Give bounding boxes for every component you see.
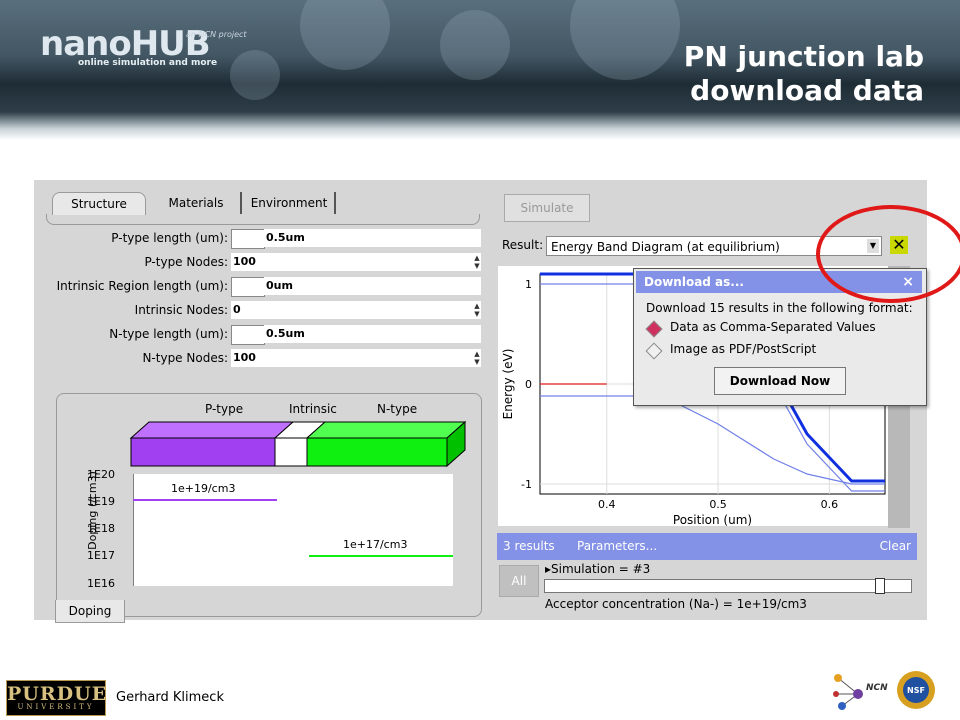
- slide-header: nanoHUB online simulation and more an NC…: [0, 0, 960, 140]
- tab-doping[interactable]: Doping: [55, 600, 125, 623]
- y-tick-label: 0: [525, 378, 532, 391]
- result-label: Result:: [502, 238, 544, 252]
- simulation-label: ▸Simulation = #3: [545, 562, 651, 576]
- field-label: P-type length (um):: [111, 231, 228, 245]
- n-doping-value: 1e+17/cm3: [343, 538, 408, 551]
- simulation-slider[interactable]: [544, 578, 912, 594]
- i-nodes-input[interactable]: 0: [231, 301, 481, 319]
- simulate-button[interactable]: Simulate: [504, 194, 590, 222]
- x-tick-label: 0.6: [821, 498, 839, 511]
- p-doping-value: 1e+19/cm3: [171, 482, 236, 495]
- field-i-length: Intrinsic Region length (um): 0um: [42, 276, 482, 297]
- x-axis-label: Position (um): [673, 513, 752, 526]
- title-line-2: download data: [690, 74, 924, 107]
- tab-materials[interactable]: Materials: [152, 192, 242, 214]
- unit-box[interactable]: [231, 277, 265, 297]
- p-nodes-input[interactable]: 100: [231, 253, 481, 271]
- region-label-i: Intrinsic: [289, 402, 337, 416]
- slider-handle[interactable]: [875, 578, 885, 594]
- ncn-text: NCN: [866, 683, 888, 693]
- author-name: Gerhard Klimeck: [116, 690, 224, 705]
- result-selected: Energy Band Diagram (at equilibrium): [551, 240, 780, 254]
- highlight-circle: [816, 205, 960, 303]
- tick-label: 1E17: [87, 549, 115, 562]
- field-label: Intrinsic Region length (um):: [56, 279, 228, 293]
- all-button[interactable]: All: [499, 565, 539, 597]
- x-tick-label: 0.5: [709, 498, 727, 511]
- title-line-1: PN junction lab: [683, 40, 924, 73]
- field-label: Intrinsic Nodes:: [134, 303, 228, 317]
- doping-preview: P-type Intrinsic N-type Doping (/cm3) 1E…: [55, 393, 482, 623]
- field-i-nodes: Intrinsic Nodes: 0 ▲ ▼: [42, 300, 482, 320]
- svg-text:NSF: NSF: [907, 686, 925, 695]
- option-pdf[interactable]: Image as PDF/PostScript: [670, 342, 816, 356]
- x-tick-label: 0.4: [598, 498, 616, 511]
- clear-link[interactable]: Clear: [880, 533, 911, 560]
- field-n-length: N-type length (um): 0.5um: [42, 324, 482, 345]
- field-p-length: P-type length (um): 0.5um: [42, 228, 482, 249]
- tick-label: 1E16: [87, 577, 115, 590]
- acceptor-label: Acceptor concentration (Na-) = 1e+19/cm3: [545, 597, 807, 611]
- y-axis-label: Energy (eV): [501, 349, 515, 420]
- tick-label: 1E18: [87, 522, 115, 535]
- option-csv[interactable]: Data as Comma-Separated Values: [670, 320, 876, 334]
- spinner-icon[interactable]: ▲ ▼: [472, 302, 482, 318]
- results-bar: 3 results Parameters... Clear: [497, 533, 917, 560]
- purdue-logo-text: PURDUE: [7, 683, 108, 705]
- device-3d-diagram: [129, 420, 467, 468]
- field-n-nodes: N-type Nodes: 100 ▲ ▼: [42, 348, 482, 368]
- doping-ylabel: Doping (/cm3): [85, 471, 99, 550]
- virus-decoration: [440, 10, 510, 80]
- purdue-logo: PURDUE UNIVERSITY: [6, 680, 106, 716]
- n-nodes-input[interactable]: 100: [231, 349, 481, 367]
- region-label-p: P-type: [205, 402, 244, 416]
- doping-chart: 1e+19/cm3 1e+17/cm3: [133, 474, 453, 586]
- unit-box[interactable]: [231, 229, 265, 249]
- tick-label: 1E19: [87, 495, 115, 508]
- field-label: P-type Nodes:: [144, 255, 228, 269]
- radio-pdf[interactable]: [645, 342, 663, 360]
- field-label: N-type Nodes:: [142, 351, 228, 365]
- nsf-logo: NSF: [897, 671, 935, 709]
- slide-title: PN junction lab download data: [684, 40, 924, 108]
- virus-decoration: [300, 0, 390, 70]
- virus-decoration: [570, 0, 680, 80]
- radio-csv[interactable]: [645, 320, 663, 338]
- dialog-text: Download 15 results in the following for…: [646, 301, 913, 315]
- region-label-n: N-type: [377, 402, 418, 416]
- tab-structure[interactable]: Structure: [52, 192, 146, 215]
- ncn-logo: NCN: [833, 674, 888, 710]
- field-label: N-type length (um):: [109, 327, 228, 341]
- n-length-input[interactable]: 0.5um: [264, 325, 481, 343]
- y-tick-label: -1: [521, 478, 532, 491]
- tick-label: 1E20: [87, 468, 115, 481]
- purdue-logo-sub: UNIVERSITY: [17, 703, 95, 711]
- tab-underline: [46, 214, 480, 225]
- dialog-title-text: Download as...: [644, 275, 744, 289]
- field-p-nodes: P-type Nodes: 100 ▲ ▼: [42, 252, 482, 272]
- virus-decoration: [230, 50, 280, 100]
- spinner-icon[interactable]: ▲ ▼: [472, 350, 482, 366]
- spinner-icon[interactable]: ▲ ▼: [472, 254, 482, 270]
- ncn-project-label: an NCN project: [186, 30, 247, 39]
- p-length-input[interactable]: 0.5um: [264, 229, 481, 247]
- i-length-input[interactable]: 0um: [264, 277, 481, 295]
- download-now-button[interactable]: Download Now: [714, 367, 846, 395]
- y-tick-label: 1: [525, 278, 532, 291]
- results-count: 3 results: [503, 539, 555, 553]
- tab-environment[interactable]: Environment: [244, 192, 336, 214]
- logo-tagline: online simulation and more: [78, 58, 218, 68]
- parameters-link[interactable]: Parameters...: [577, 533, 657, 560]
- unit-box[interactable]: [231, 325, 265, 345]
- input-panel: Structure Materials Environment P-type l…: [42, 188, 482, 623]
